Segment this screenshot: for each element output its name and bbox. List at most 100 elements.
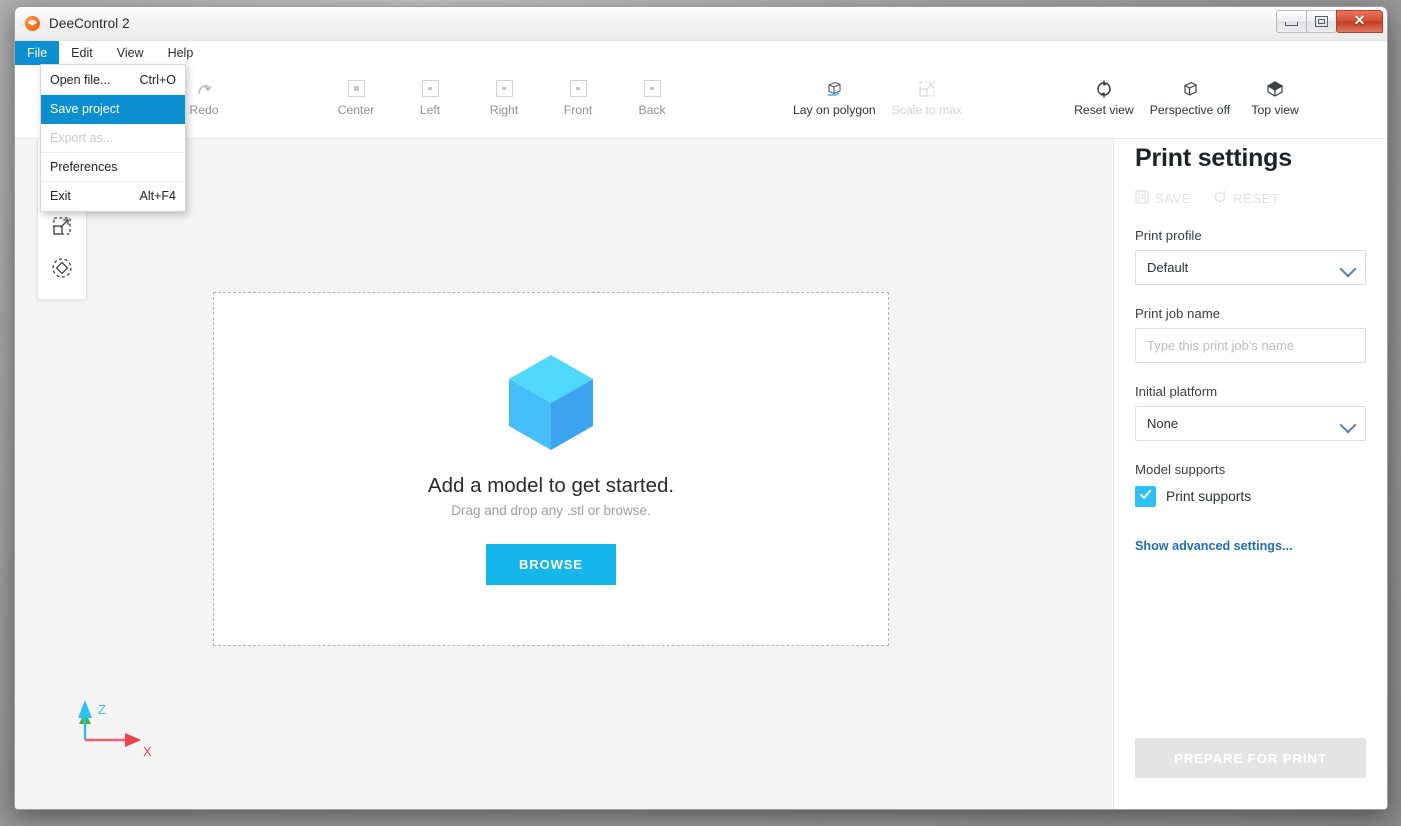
back-square-icon <box>644 75 661 102</box>
toolbar-center[interactable]: Center <box>319 73 393 117</box>
restore-icon <box>1315 16 1328 27</box>
print-supports-row: Print supports <box>1135 486 1366 507</box>
menu-item-preferences[interactable]: Preferences <box>41 153 185 182</box>
minimize-icon <box>1285 22 1298 26</box>
scale-tool-button[interactable] <box>42 207 82 249</box>
menu-item-save-project[interactable]: Save project <box>41 95 185 124</box>
lay-on-polygon-icon <box>823 75 845 102</box>
menu-item-exit-label: Exit <box>50 189 71 203</box>
menu-item-exit-shortcut: Alt+F4 <box>140 189 176 203</box>
close-button[interactable]: ✕ <box>1336 10 1383 33</box>
checkmark-icon <box>1138 487 1153 507</box>
print-settings-title: Print settings <box>1135 144 1366 173</box>
model-supports-label: Model supports <box>1135 462 1366 477</box>
menu-item-export-as: Export as... <box>41 124 185 153</box>
3d-viewport[interactable]: Add a model to get started. Drag and dro… <box>15 129 1113 809</box>
initial-platform-select[interactable]: None <box>1135 406 1366 441</box>
axis-x-label: X <box>143 744 152 759</box>
menu-item-export-as-label: Export as... <box>50 131 113 145</box>
toolbar-right-label: Right <box>490 103 518 117</box>
close-icon: ✕ <box>1354 15 1366 29</box>
browse-button[interactable]: BROWSE <box>486 544 616 585</box>
floppy-save-icon <box>1135 190 1149 207</box>
toolbar-redo-label: Redo <box>189 103 218 117</box>
toolbar-lay-on-polygon-label: Lay on polygon <box>793 103 876 117</box>
menu-item-preferences-label: Preferences <box>50 160 117 174</box>
toolbar-reset-view-label: Reset view <box>1074 103 1134 117</box>
main-body: Add a model to get started. Drag and dro… <box>15 129 1387 809</box>
left-square-icon <box>422 75 439 102</box>
menu-view[interactable]: View <box>105 41 156 65</box>
print-supports-checkbox[interactable] <box>1135 486 1156 507</box>
toolbar-top-view[interactable]: Top view <box>1238 73 1312 117</box>
menu-item-open-file-label: Open file... <box>50 73 110 87</box>
chevron-down-icon <box>1340 261 1357 278</box>
toolbar-top-view-label: Top view <box>1251 103 1298 117</box>
chevron-down-icon <box>1340 417 1357 434</box>
front-square-icon <box>570 75 587 102</box>
application-window: DeeControl 2 ✕ File Edit View Help Undo <box>14 6 1388 810</box>
window-controls: ✕ <box>1277 10 1383 32</box>
toolbar-back[interactable]: Back <box>615 73 689 117</box>
scale-tool-icon <box>49 213 75 244</box>
toolbar-lay-on-polygon[interactable]: Lay on polygon <box>785 73 884 117</box>
menu-bar: File Edit View Help <box>15 41 1387 66</box>
show-advanced-settings-link[interactable]: Show advanced settings... <box>1135 539 1366 553</box>
initial-platform-value: None <box>1147 416 1178 431</box>
menu-item-save-project-label: Save project <box>50 102 119 116</box>
file-menu-dropdown: Open file... Ctrl+O Save project Export … <box>40 64 186 212</box>
print-supports-label: Print supports <box>1166 489 1251 504</box>
main-toolbar: Undo Redo Center Left Right Front <box>15 66 1387 139</box>
print-job-name-input[interactable]: Type this print job's name <box>1135 328 1366 363</box>
initial-platform-label: Initial platform <box>1135 384 1366 399</box>
toolbar-perspective-toggle[interactable]: Perspective off <box>1142 73 1238 117</box>
menu-item-open-file-shortcut: Ctrl+O <box>140 73 176 87</box>
toolbar-right[interactable]: Right <box>467 73 541 117</box>
blue-cube-icon <box>505 353 597 458</box>
menu-file[interactable]: File <box>15 41 59 65</box>
settings-reset-label: RESET <box>1233 191 1279 206</box>
settings-reset-button: RESET <box>1213 190 1279 207</box>
model-dropzone[interactable]: Add a model to get started. Drag and dro… <box>213 292 889 646</box>
dropzone-subtitle: Drag and drop any .stl or browse. <box>451 503 651 518</box>
menu-edit[interactable]: Edit <box>59 41 105 65</box>
center-square-icon <box>348 75 365 102</box>
scale-to-max-icon <box>916 75 938 102</box>
print-profile-label: Print profile <box>1135 228 1366 243</box>
redo-arrow-icon <box>194 75 214 102</box>
print-profile-select[interactable]: Default <box>1135 250 1366 285</box>
toolbar-back-label: Back <box>638 103 665 117</box>
prepare-for-print-button[interactable]: PREPARE FOR PRINT <box>1135 738 1366 778</box>
perspective-cube-icon <box>1179 75 1201 102</box>
deecontrol-logo-icon <box>25 16 40 31</box>
rotate-tool-button[interactable] <box>42 249 82 291</box>
menu-item-open-file[interactable]: Open file... Ctrl+O <box>41 66 185 95</box>
toolbar-scale-to-max-label: Scale to max <box>892 103 962 117</box>
settings-save-label: SAVE <box>1155 191 1191 206</box>
minimize-button[interactable] <box>1276 10 1307 33</box>
dropzone-title: Add a model to get started. <box>428 474 674 498</box>
print-job-name-placeholder: Type this print job's name <box>1147 338 1294 353</box>
toolbar-perspective-label: Perspective off <box>1150 103 1230 117</box>
toolbar-scale-to-max[interactable]: Scale to max <box>884 73 970 117</box>
toolbar-front-label: Front <box>564 103 592 117</box>
right-square-icon <box>496 75 513 102</box>
rotate-tool-icon <box>49 255 75 286</box>
print-profile-value: Default <box>1147 260 1188 275</box>
reset-view-icon <box>1093 75 1115 102</box>
settings-save-button: SAVE <box>1135 190 1191 207</box>
print-job-name-label: Print job name <box>1135 306 1366 321</box>
toolbar-reset-view[interactable]: Reset view <box>1066 73 1142 117</box>
menu-help[interactable]: Help <box>156 41 206 65</box>
axis-z-label: Z <box>98 702 106 717</box>
toolbar-front[interactable]: Front <box>541 73 615 117</box>
window-title: DeeControl 2 <box>49 16 130 31</box>
toolbar-center-label: Center <box>338 103 375 117</box>
print-settings-panel: Print settings SAVE RESET Print profile <box>1113 129 1387 809</box>
toolbar-left[interactable]: Left <box>393 73 467 117</box>
save-reset-row: SAVE RESET <box>1135 189 1366 207</box>
menu-item-exit[interactable]: Exit Alt+F4 <box>41 182 185 210</box>
title-bar: DeeControl 2 ✕ <box>15 7 1387 41</box>
maximize-button[interactable] <box>1306 10 1337 33</box>
toolbar-left-label: Left <box>420 103 440 117</box>
